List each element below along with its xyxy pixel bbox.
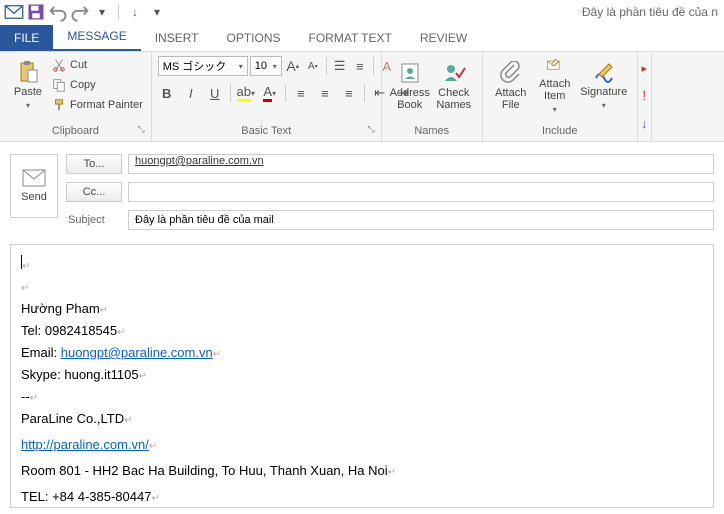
cc-field[interactable] xyxy=(128,182,714,202)
signature-button[interactable]: Signature▾ xyxy=(577,56,631,116)
separator xyxy=(118,4,119,20)
check-names-icon xyxy=(442,61,466,85)
undo-icon[interactable] xyxy=(48,2,68,22)
importance-low-icon[interactable]: ↓ xyxy=(641,116,648,131)
signature-url-link[interactable]: http://paraline.com.vn/ xyxy=(21,437,149,452)
chevron-down-icon[interactable]: ▾ xyxy=(92,2,112,22)
group-include: Attach File Attach Item▾ Signature▾ Incl… xyxy=(483,52,638,141)
address-book-button[interactable]: Address Book xyxy=(388,56,432,116)
group-more: ▸ ! ↓ xyxy=(638,52,652,141)
ribbon: Paste ▾ Cut Copy Format Painter Clipboar… xyxy=(0,52,724,142)
to-button[interactable]: To... xyxy=(66,154,122,174)
brush-icon xyxy=(52,98,66,112)
paperclip-icon xyxy=(499,61,523,85)
group-label-basic-text: Basic Text⤡ xyxy=(158,123,375,137)
cc-button[interactable]: Cc... xyxy=(66,182,122,202)
bullets-icon[interactable]: ☰ xyxy=(331,57,349,75)
group-label-clipboard: Clipboard⤡ xyxy=(6,123,145,137)
copy-button[interactable]: Copy xyxy=(50,76,145,94)
signature-icon xyxy=(592,60,616,84)
chevron-down-icon[interactable]: ▾ xyxy=(147,2,167,22)
ribbon-tabs: FILE MESSAGE INSERT OPTIONS FORMAT TEXT … xyxy=(0,24,724,52)
address-book-icon xyxy=(398,61,422,85)
paste-icon xyxy=(16,60,40,84)
save-icon[interactable] xyxy=(26,2,46,22)
tab-message[interactable]: MESSAGE xyxy=(53,23,140,51)
copy-icon xyxy=(52,78,66,92)
attach-file-button[interactable]: Attach File xyxy=(489,56,533,116)
send-button[interactable]: Send xyxy=(10,154,58,218)
importance-high-icon[interactable]: ! xyxy=(642,88,646,103)
bold-icon[interactable]: B xyxy=(158,84,176,102)
tab-options[interactable]: OPTIONS xyxy=(213,25,295,51)
group-clipboard: Paste ▾ Cut Copy Format Painter Clipboar… xyxy=(0,52,152,141)
subject-label: Subject xyxy=(66,214,122,226)
font-size-combo[interactable]: 10▾ xyxy=(250,56,282,76)
font-color-icon[interactable]: A▾ xyxy=(261,84,279,102)
grow-font-icon[interactable]: A▴ xyxy=(284,57,302,75)
underline-icon[interactable]: U xyxy=(206,84,224,102)
italic-icon[interactable]: I xyxy=(182,84,200,102)
signature-email-link[interactable]: huongpt@paraline.com.vn xyxy=(61,345,213,360)
down-arrow-icon[interactable]: ↓ xyxy=(125,2,145,22)
shrink-font-icon[interactable]: A▾ xyxy=(304,57,322,75)
paste-button[interactable]: Paste ▾ xyxy=(6,56,50,116)
tab-file[interactable]: FILE xyxy=(0,25,53,51)
format-painter-button[interactable]: Format Painter xyxy=(50,96,145,114)
group-names: Address Book Check Names Names xyxy=(382,52,483,141)
redo-icon[interactable] xyxy=(70,2,90,22)
title-bar: ▾ ↓ ▾ Đây là phần tiêu đề của n xyxy=(0,0,724,24)
font-name-combo[interactable]: MS ゴシック▾ xyxy=(158,56,248,76)
check-names-button[interactable]: Check Names xyxy=(432,56,476,116)
to-field[interactable]: huongpt@paraline.com.vn xyxy=(128,154,714,174)
quick-access-toolbar: ▾ ↓ ▾ xyxy=(4,2,167,22)
cut-button[interactable]: Cut xyxy=(50,56,145,74)
send-icon xyxy=(22,169,46,187)
group-label-names: Names xyxy=(388,123,476,137)
tab-format-text[interactable]: FORMAT TEXT xyxy=(295,25,406,51)
dialog-launcher-icon[interactable]: ⤡ xyxy=(368,124,375,135)
attach-item-icon xyxy=(543,56,567,76)
align-center-icon[interactable]: ≡ xyxy=(316,84,334,102)
group-label-include: Include xyxy=(489,123,631,137)
app-icon xyxy=(4,2,24,22)
window-title: Đây là phần tiêu đề của n xyxy=(582,5,720,19)
dialog-launcher-icon[interactable]: ⤡ xyxy=(138,124,145,135)
numbering-icon[interactable]: ≡ xyxy=(351,57,369,75)
flag-icon[interactable]: ▸ xyxy=(641,62,647,75)
align-right-icon[interactable]: ≡ xyxy=(340,84,358,102)
attach-item-button[interactable]: Attach Item▾ xyxy=(533,56,577,116)
message-body[interactable]: ↵ ↵ Hường Pham↵ Tel: 0982418545↵ Email: … xyxy=(10,244,714,508)
group-basic-text: MS ゴシック▾ 10▾ A▴ A▾ ☰ ≡ A B I U ab▾ A▾ ≡ … xyxy=(152,52,382,141)
tab-review[interactable]: REVIEW xyxy=(406,25,481,51)
cut-icon xyxy=(52,58,66,72)
subject-field[interactable] xyxy=(128,210,714,230)
compose-header: Send To... huongpt@paraline.com.vn Cc...… xyxy=(0,142,724,234)
highlight-icon[interactable]: ab▾ xyxy=(237,84,255,102)
align-left-icon[interactable]: ≡ xyxy=(292,84,310,102)
tab-insert[interactable]: INSERT xyxy=(141,25,213,51)
